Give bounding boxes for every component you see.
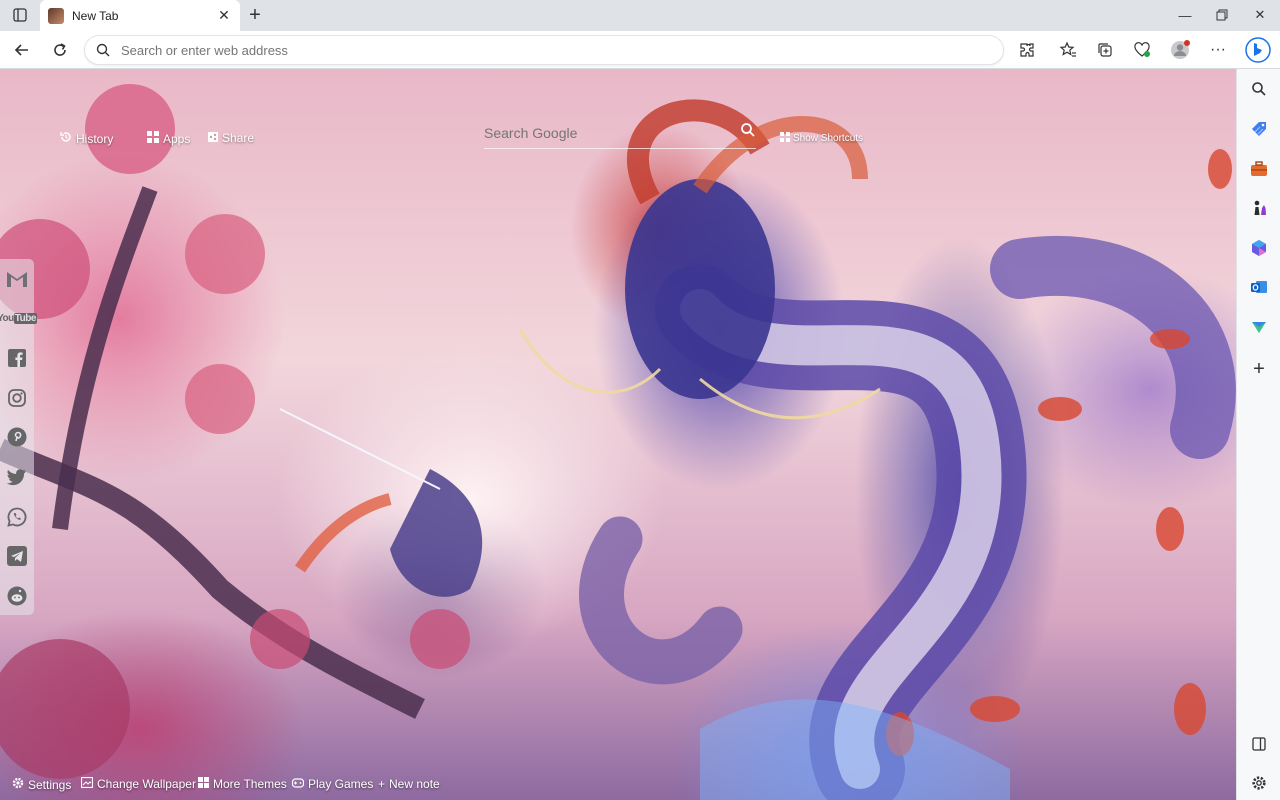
settings-link[interactable]: Settings bbox=[12, 777, 71, 792]
add-sidebar-app-icon[interactable]: + bbox=[1247, 357, 1271, 381]
address-input[interactable] bbox=[121, 42, 981, 58]
new-tab-button[interactable]: + bbox=[244, 4, 266, 26]
tab-strip: New Tab ✕ + — ✕ bbox=[0, 0, 1280, 31]
tools-briefcase-icon[interactable] bbox=[1247, 157, 1271, 181]
share-link[interactable]: Share bbox=[208, 131, 254, 145]
apps-link[interactable]: Apps bbox=[147, 131, 190, 146]
wallpaper-image bbox=[0, 84, 1236, 800]
shopping-tag-icon[interactable] bbox=[1247, 117, 1271, 141]
play-games-link[interactable]: Play Games bbox=[291, 777, 374, 791]
history-label: History bbox=[76, 131, 114, 146]
sidebar-settings-gear-icon[interactable] bbox=[1247, 771, 1271, 795]
new-tab-page: History Apps Share Show Shortcuts YouTub… bbox=[0, 69, 1236, 800]
telegram-icon[interactable] bbox=[5, 544, 29, 568]
change-wallpaper-label: Change Wallpaper bbox=[97, 777, 196, 791]
edge-sidebar: + bbox=[1236, 69, 1280, 800]
more-options-icon[interactable]: ··· bbox=[1204, 36, 1232, 64]
shortcuts-grid-icon bbox=[780, 132, 790, 145]
tab-favicon bbox=[48, 7, 64, 24]
wallpaper-icon bbox=[80, 776, 94, 791]
history-link[interactable]: History bbox=[60, 131, 113, 146]
gear-icon bbox=[12, 777, 24, 792]
instagram-icon[interactable] bbox=[5, 386, 29, 410]
refresh-button[interactable] bbox=[46, 36, 74, 64]
close-tab-icon[interactable]: ✕ bbox=[216, 7, 232, 24]
search-icon[interactable] bbox=[740, 122, 756, 143]
hide-sidebar-icon[interactable] bbox=[1247, 732, 1271, 756]
games-chess-icon[interactable] bbox=[1247, 196, 1271, 220]
youtube-icon[interactable]: YouTube bbox=[0, 306, 37, 330]
apps-label: Apps bbox=[163, 131, 191, 146]
show-shortcuts-label: Show Shortcuts bbox=[793, 133, 864, 144]
reddit-icon[interactable] bbox=[5, 584, 29, 608]
twitter-icon[interactable] bbox=[5, 465, 29, 489]
gmail-icon[interactable] bbox=[5, 267, 29, 291]
new-note-label: New note bbox=[389, 777, 440, 791]
drop-send-icon[interactable] bbox=[1247, 315, 1271, 339]
whatsapp-icon[interactable] bbox=[5, 505, 29, 529]
microsoft-365-icon[interactable] bbox=[1247, 236, 1271, 260]
google-search-box[interactable] bbox=[484, 117, 756, 149]
history-icon bbox=[60, 131, 72, 146]
outlook-icon[interactable] bbox=[1247, 275, 1271, 299]
plus-icon: + bbox=[378, 777, 386, 791]
themes-grid-icon bbox=[198, 777, 209, 791]
tab-actions-icon[interactable] bbox=[8, 4, 32, 26]
share-icon bbox=[208, 131, 218, 145]
apps-grid-icon bbox=[147, 131, 159, 146]
share-label: Share bbox=[222, 131, 255, 145]
settings-label: Settings bbox=[28, 777, 72, 792]
more-themes-label: More Themes bbox=[213, 777, 287, 791]
collections-icon[interactable] bbox=[1091, 36, 1119, 64]
profile-avatar[interactable] bbox=[1166, 36, 1194, 64]
extensions-icon[interactable] bbox=[1013, 36, 1041, 64]
more-themes-link[interactable]: More Themes bbox=[198, 777, 287, 791]
social-links-panel: YouTube bbox=[0, 259, 37, 615]
play-games-label: Play Games bbox=[308, 777, 374, 791]
change-wallpaper-link[interactable]: Change Wallpaper bbox=[80, 776, 196, 791]
address-bar[interactable] bbox=[84, 35, 1004, 65]
gamepad-icon bbox=[291, 777, 305, 791]
search-icon bbox=[85, 42, 121, 58]
new-note-link[interactable]: + New note bbox=[378, 777, 440, 791]
show-shortcuts-button[interactable]: Show Shortcuts bbox=[780, 132, 863, 145]
tab-title: New Tab bbox=[72, 8, 119, 23]
restore-button[interactable] bbox=[1207, 4, 1237, 26]
favorites-icon[interactable] bbox=[1054, 36, 1082, 64]
search-icon[interactable] bbox=[1247, 77, 1271, 101]
browser-essentials-icon[interactable] bbox=[1128, 36, 1156, 64]
pinterest-icon[interactable] bbox=[5, 425, 29, 449]
tab-new-tab[interactable]: New Tab ✕ bbox=[40, 0, 240, 31]
copilot-icon[interactable] bbox=[1244, 36, 1272, 64]
minimize-button[interactable]: — bbox=[1170, 4, 1200, 26]
back-button[interactable] bbox=[8, 36, 36, 64]
browser-toolbar: ··· bbox=[0, 31, 1280, 69]
facebook-icon[interactable] bbox=[5, 346, 29, 370]
close-window-button[interactable]: ✕ bbox=[1245, 4, 1275, 26]
google-search-input[interactable] bbox=[484, 124, 714, 141]
